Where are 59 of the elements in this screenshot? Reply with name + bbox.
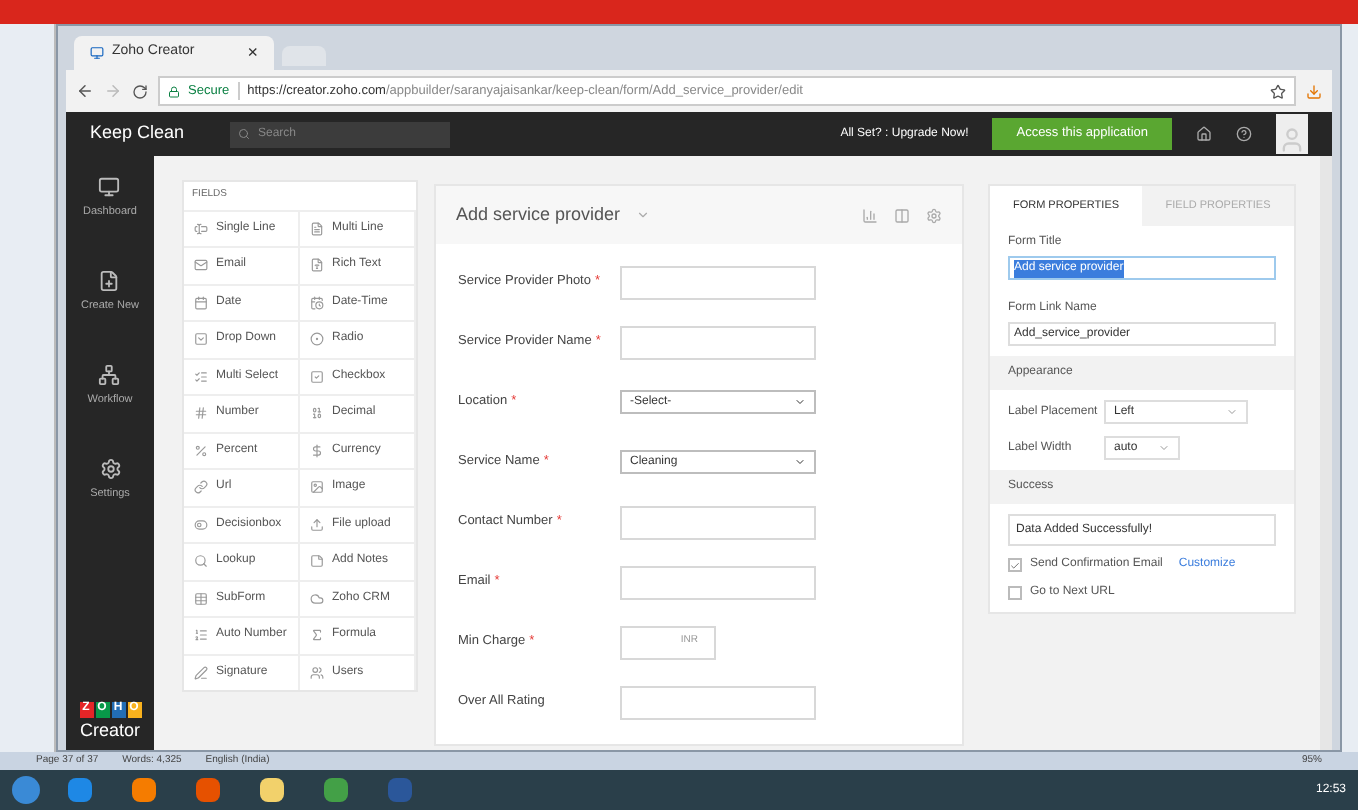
text-field[interactable] (620, 505, 816, 539)
download-icon[interactable] (1306, 83, 1322, 99)
monitor-icon[interactable] (98, 176, 121, 198)
form-title: Add service provider (456, 201, 621, 228)
image-icon (310, 480, 324, 495)
text-field[interactable] (620, 325, 816, 359)
start-button[interactable] (12, 776, 40, 804)
note-icon (310, 554, 324, 569)
forward-icon[interactable] (104, 82, 122, 100)
pen-icon (194, 665, 208, 680)
text-field[interactable] (620, 685, 816, 719)
reload-icon[interactable] (132, 83, 148, 99)
calendar-clock-icon (310, 295, 324, 310)
percent-icon (194, 443, 208, 458)
checkbox[interactable] (1008, 586, 1022, 600)
text-field[interactable] (620, 265, 816, 299)
person-icon (1278, 126, 1306, 154)
caret-icon[interactable] (636, 208, 651, 222)
close-tab-button[interactable]: × (247, 39, 258, 67)
logo-product-name: Creator (79, 717, 140, 743)
cloud-icon (310, 591, 324, 606)
tab-icon (90, 46, 104, 60)
radio-icon (310, 332, 324, 347)
new-file-icon[interactable] (98, 270, 121, 292)
dropdown-icon (194, 332, 208, 347)
toggle-icon (194, 517, 208, 532)
checkbox[interactable] (1008, 558, 1022, 572)
sigma-icon (310, 628, 324, 643)
link-icon (194, 480, 208, 495)
layout-icon[interactable] (894, 207, 910, 223)
workflow-icon[interactable] (98, 364, 121, 386)
rich-text-icon (310, 258, 324, 273)
settings-icon[interactable] (99, 458, 121, 480)
caret-icon (1226, 406, 1238, 418)
checkbox-icon (310, 369, 324, 384)
upload-icon (310, 517, 324, 532)
hash-icon (194, 406, 208, 421)
dollar-icon (310, 443, 324, 458)
table-icon (194, 591, 208, 606)
calendar-icon (194, 295, 208, 310)
check-icon (1010, 559, 1020, 571)
home-icon[interactable] (1196, 126, 1212, 142)
list-icon (194, 369, 208, 384)
star-icon[interactable] (1270, 83, 1286, 99)
app-name: Keep Clean (90, 120, 187, 147)
numbered-list-icon (194, 628, 208, 643)
lock-icon (168, 85, 180, 97)
text-field[interactable] (620, 565, 816, 599)
text-line-icon (194, 221, 208, 236)
caret-icon (1158, 442, 1170, 454)
help-icon[interactable] (1236, 126, 1252, 142)
envelope-icon (194, 258, 208, 273)
caret-icon (794, 396, 806, 408)
users-icon (310, 665, 324, 680)
search-icon (194, 554, 208, 569)
caret-icon (794, 456, 806, 468)
search-icon (238, 128, 250, 140)
back-icon[interactable] (76, 82, 94, 100)
chart-icon[interactable] (862, 207, 878, 223)
